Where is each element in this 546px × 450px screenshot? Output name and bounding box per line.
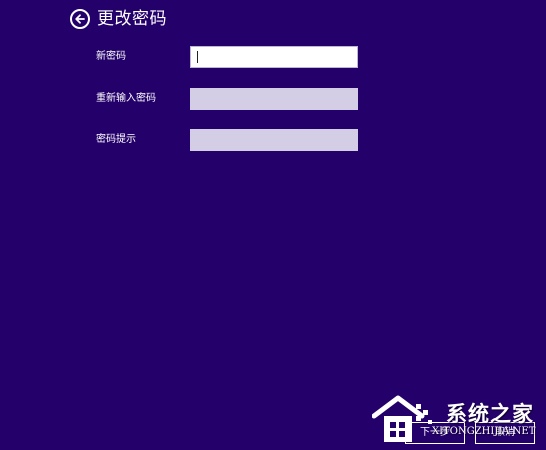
new-password-input[interactable] xyxy=(190,46,358,68)
password-hint-input[interactable] xyxy=(190,129,358,151)
page-header: 更改密码 xyxy=(70,7,167,31)
arrow-left-icon xyxy=(75,14,85,24)
text-caret xyxy=(197,51,198,63)
confirm-password-label: 重新输入密码 xyxy=(96,93,156,104)
page-title: 更改密码 xyxy=(97,9,167,29)
action-buttons: 下一步 取消 xyxy=(405,422,535,446)
password-hint-row: 密码提示 xyxy=(96,129,360,151)
cancel-button[interactable]: 取消 xyxy=(475,422,535,444)
new-password-row: 新密码 xyxy=(96,46,360,68)
confirm-password-input[interactable] xyxy=(190,88,358,110)
back-button[interactable] xyxy=(70,9,90,29)
password-hint-label: 密码提示 xyxy=(96,134,136,145)
next-button[interactable]: 下一步 xyxy=(405,422,465,444)
confirm-password-row: 重新输入密码 xyxy=(96,88,360,110)
new-password-label: 新密码 xyxy=(96,51,126,62)
